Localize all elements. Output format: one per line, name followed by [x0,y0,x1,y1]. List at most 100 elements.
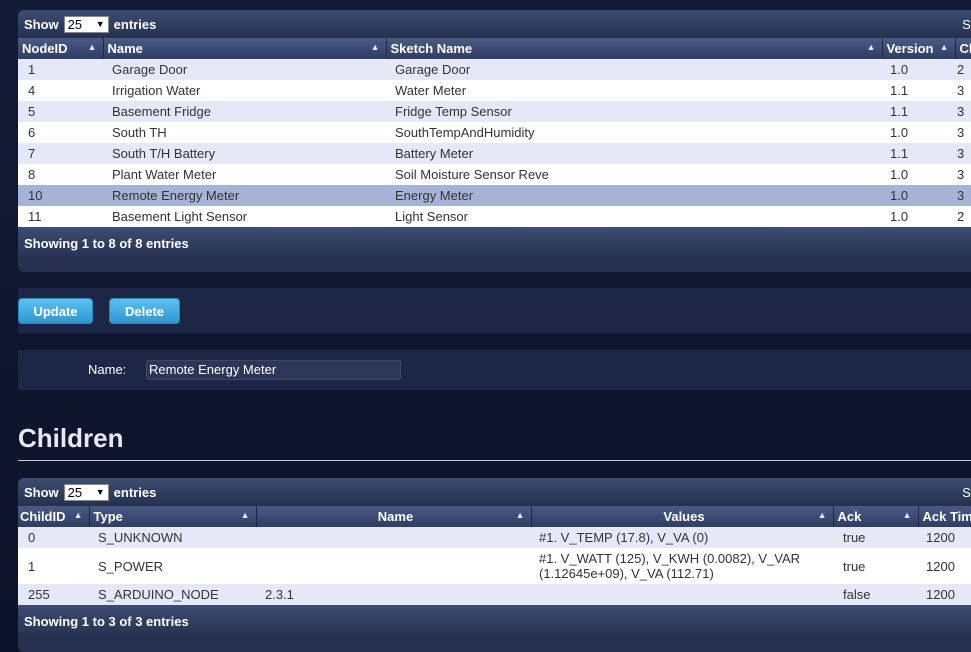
cell-nodeid: 10 [18,185,103,206]
name-field-label: Name: [88,362,127,377]
cell-nodeid: 4 [18,80,103,101]
nodes-header-row: NodeID▲ Name▲ Sketch Name▲ Version▲ Cl [18,38,971,59]
cell-version: 1.1 [882,80,955,101]
entries-label: entries [113,16,157,32]
cell-version: 1.0 [882,185,955,206]
delete-button[interactable]: Delete [109,298,180,324]
update-button[interactable]: Update [18,298,93,324]
sort-asc-icon: ▲ [73,510,83,520]
table-row[interactable]: 1 Garage Door Garage Door 1.0 2 [18,59,971,80]
cell-name: Plant Water Meter [103,164,386,185]
cell-ack-time: 1200 [918,584,971,605]
cell-childid: 1 [18,548,89,584]
entries-select[interactable]: 25 ▼ [63,483,109,501]
cell-values: #1. V_TEMP (17.8), V_VA (0) [531,527,833,548]
col-sketch-name[interactable]: Sketch Name ▲ [386,38,883,59]
cell-nodeid: 6 [18,122,103,143]
table-row[interactable]: 8 Plant Water Meter Soil Moisture Sensor R… [18,164,971,185]
cell-version: 1.0 [882,164,955,185]
show-label: Show [24,484,59,500]
col-name[interactable]: Name ▲ [103,38,387,59]
cell-sketch-name: Light Sensor [386,206,882,227]
col-cl[interactable]: Cl [955,38,971,59]
col-version[interactable]: Version ▲ [882,38,956,59]
show-label: Show [24,16,59,32]
nodes-table: NodeID▲ Name▲ Sketch Name▲ Version▲ Cl 1… [18,38,971,227]
col-child-name[interactable]: Name ▲ [256,506,532,527]
sort-asc-icon: ▲ [902,510,912,520]
cell-childid: 255 [18,584,89,605]
children-footer: Showing 1 to 3 of 3 entries [18,605,971,637]
col-ack[interactable]: Ack ▲ [833,506,919,527]
cell-name: Basement Light Sensor [103,206,386,227]
chevron-down-icon: ▼ [95,19,105,29]
cell-childid: 0 [18,527,89,548]
cell-name: Irrigation Water [103,80,386,101]
sort-asc-icon: ▲ [240,510,250,520]
table-row[interactable]: 1 S_POWER #1. V_WATT (125), V_KWH (0.0082)… [18,548,971,584]
entries-select-value: 25 [67,16,83,32]
cell-version: 1.1 [882,101,955,122]
cell-values [531,584,833,605]
chevron-down-icon: ▼ [95,487,105,497]
cell-cl: 3 [955,164,971,185]
cell-nodeid: 8 [18,164,103,185]
cell-sketch-name: Garage Door [386,59,882,80]
table-row[interactable]: 7 South T/H Battery Battery Meter 1.1 3 [18,143,971,164]
cell-nodeid: 5 [18,101,103,122]
cell-type: S_ARDUINO_NODE [89,584,256,605]
entries-label: entries [113,484,157,500]
entries-select[interactable]: 25 ▼ [63,15,109,33]
col-nodeid[interactable]: NodeID ▲ [18,38,104,59]
cell-sketch-name: Soil Moisture Sensor Reve [386,164,882,185]
sort-asc-icon: ▲ [370,42,380,52]
cell-cl: 3 [955,143,971,164]
nodes-footer: Showing 1 to 8 of 8 entries [18,227,971,259]
table-row[interactable]: 5 Basement Fridge Fridge Temp Sensor 1.1 3 [18,101,971,122]
cell-version: 1.1 [882,143,955,164]
cell-nodeid: 11 [18,206,103,227]
cell-child-name [256,527,531,548]
cell-name: Remote Energy Meter [103,185,386,206]
action-bar: Update Delete [18,288,971,333]
sort-asc-icon: ▲ [866,42,876,52]
cell-ack: false [833,584,918,605]
cell-type: S_UNKNOWN [89,527,256,548]
col-values[interactable]: Values ▲ [531,506,834,527]
cell-type: S_POWER [89,548,256,584]
children-header-row: ChildID ▲ Type ▲ Name ▲ Values ▲ Ack ▲ Ack Ti… [18,506,971,527]
children-divider [18,460,971,461]
cell-cl: 3 [955,80,971,101]
col-childid[interactable]: ChildID ▲ [18,506,90,527]
table-row[interactable]: 6 South TH SouthTempAndHumidity 1.0 3 [18,122,971,143]
cell-sketch-name: SouthTempAndHumidity [386,122,882,143]
cell-child-name: 2.3.1 [256,584,531,605]
cell-version: 1.0 [882,59,955,80]
children-heading: Children [18,423,124,453]
cell-sketch-name: Fridge Temp Sensor [386,101,882,122]
cell-ack: true [833,548,918,584]
table-row[interactable]: 11 Basement Light Sensor Light Sensor 1.0 2 [18,206,971,227]
col-type[interactable]: Type ▲ [89,506,257,527]
table-row[interactable]: 0 S_UNKNOWN #1. V_TEMP (17.8), V_VA (0) tru… [18,527,971,548]
table-row[interactable]: 255 S_ARDUINO_NODE 2.3.1 false 1200 [18,584,971,605]
sort-asc-icon: ▲ [515,510,525,520]
nodes-toolbar: Show 25 ▼ entries Se [18,10,971,38]
cell-cl: 3 [955,185,971,206]
table-row[interactable]: 4 Irrigation Water Water Meter 1.1 3 [18,80,971,101]
nodes-panel: Show 25 ▼ entries Se NodeID▲ Name▲ Sketc… [18,10,971,272]
cell-nodeid: 7 [18,143,103,164]
sort-asc-icon: ▲ [817,510,827,520]
col-ack-time[interactable]: Ack Tim [918,506,971,527]
table-row[interactable]: 10 Remote Energy Meter Energy Meter 1.0 3 [18,185,971,206]
cell-nodeid: 1 [18,59,103,80]
node-detail-bar: Name: Remote Energy Meter [18,350,971,390]
cell-cl: 2 [955,59,971,80]
cell-sketch-name: Energy Meter [386,185,882,206]
cell-name: South TH [103,122,386,143]
children-toolbar: Show 25 ▼ entries Se [18,478,971,506]
cell-ack-time: 1200 [918,548,971,584]
name-field[interactable]: Remote Energy Meter [146,360,401,380]
cell-name: Garage Door [103,59,386,80]
cell-name: Basement Fridge [103,101,386,122]
